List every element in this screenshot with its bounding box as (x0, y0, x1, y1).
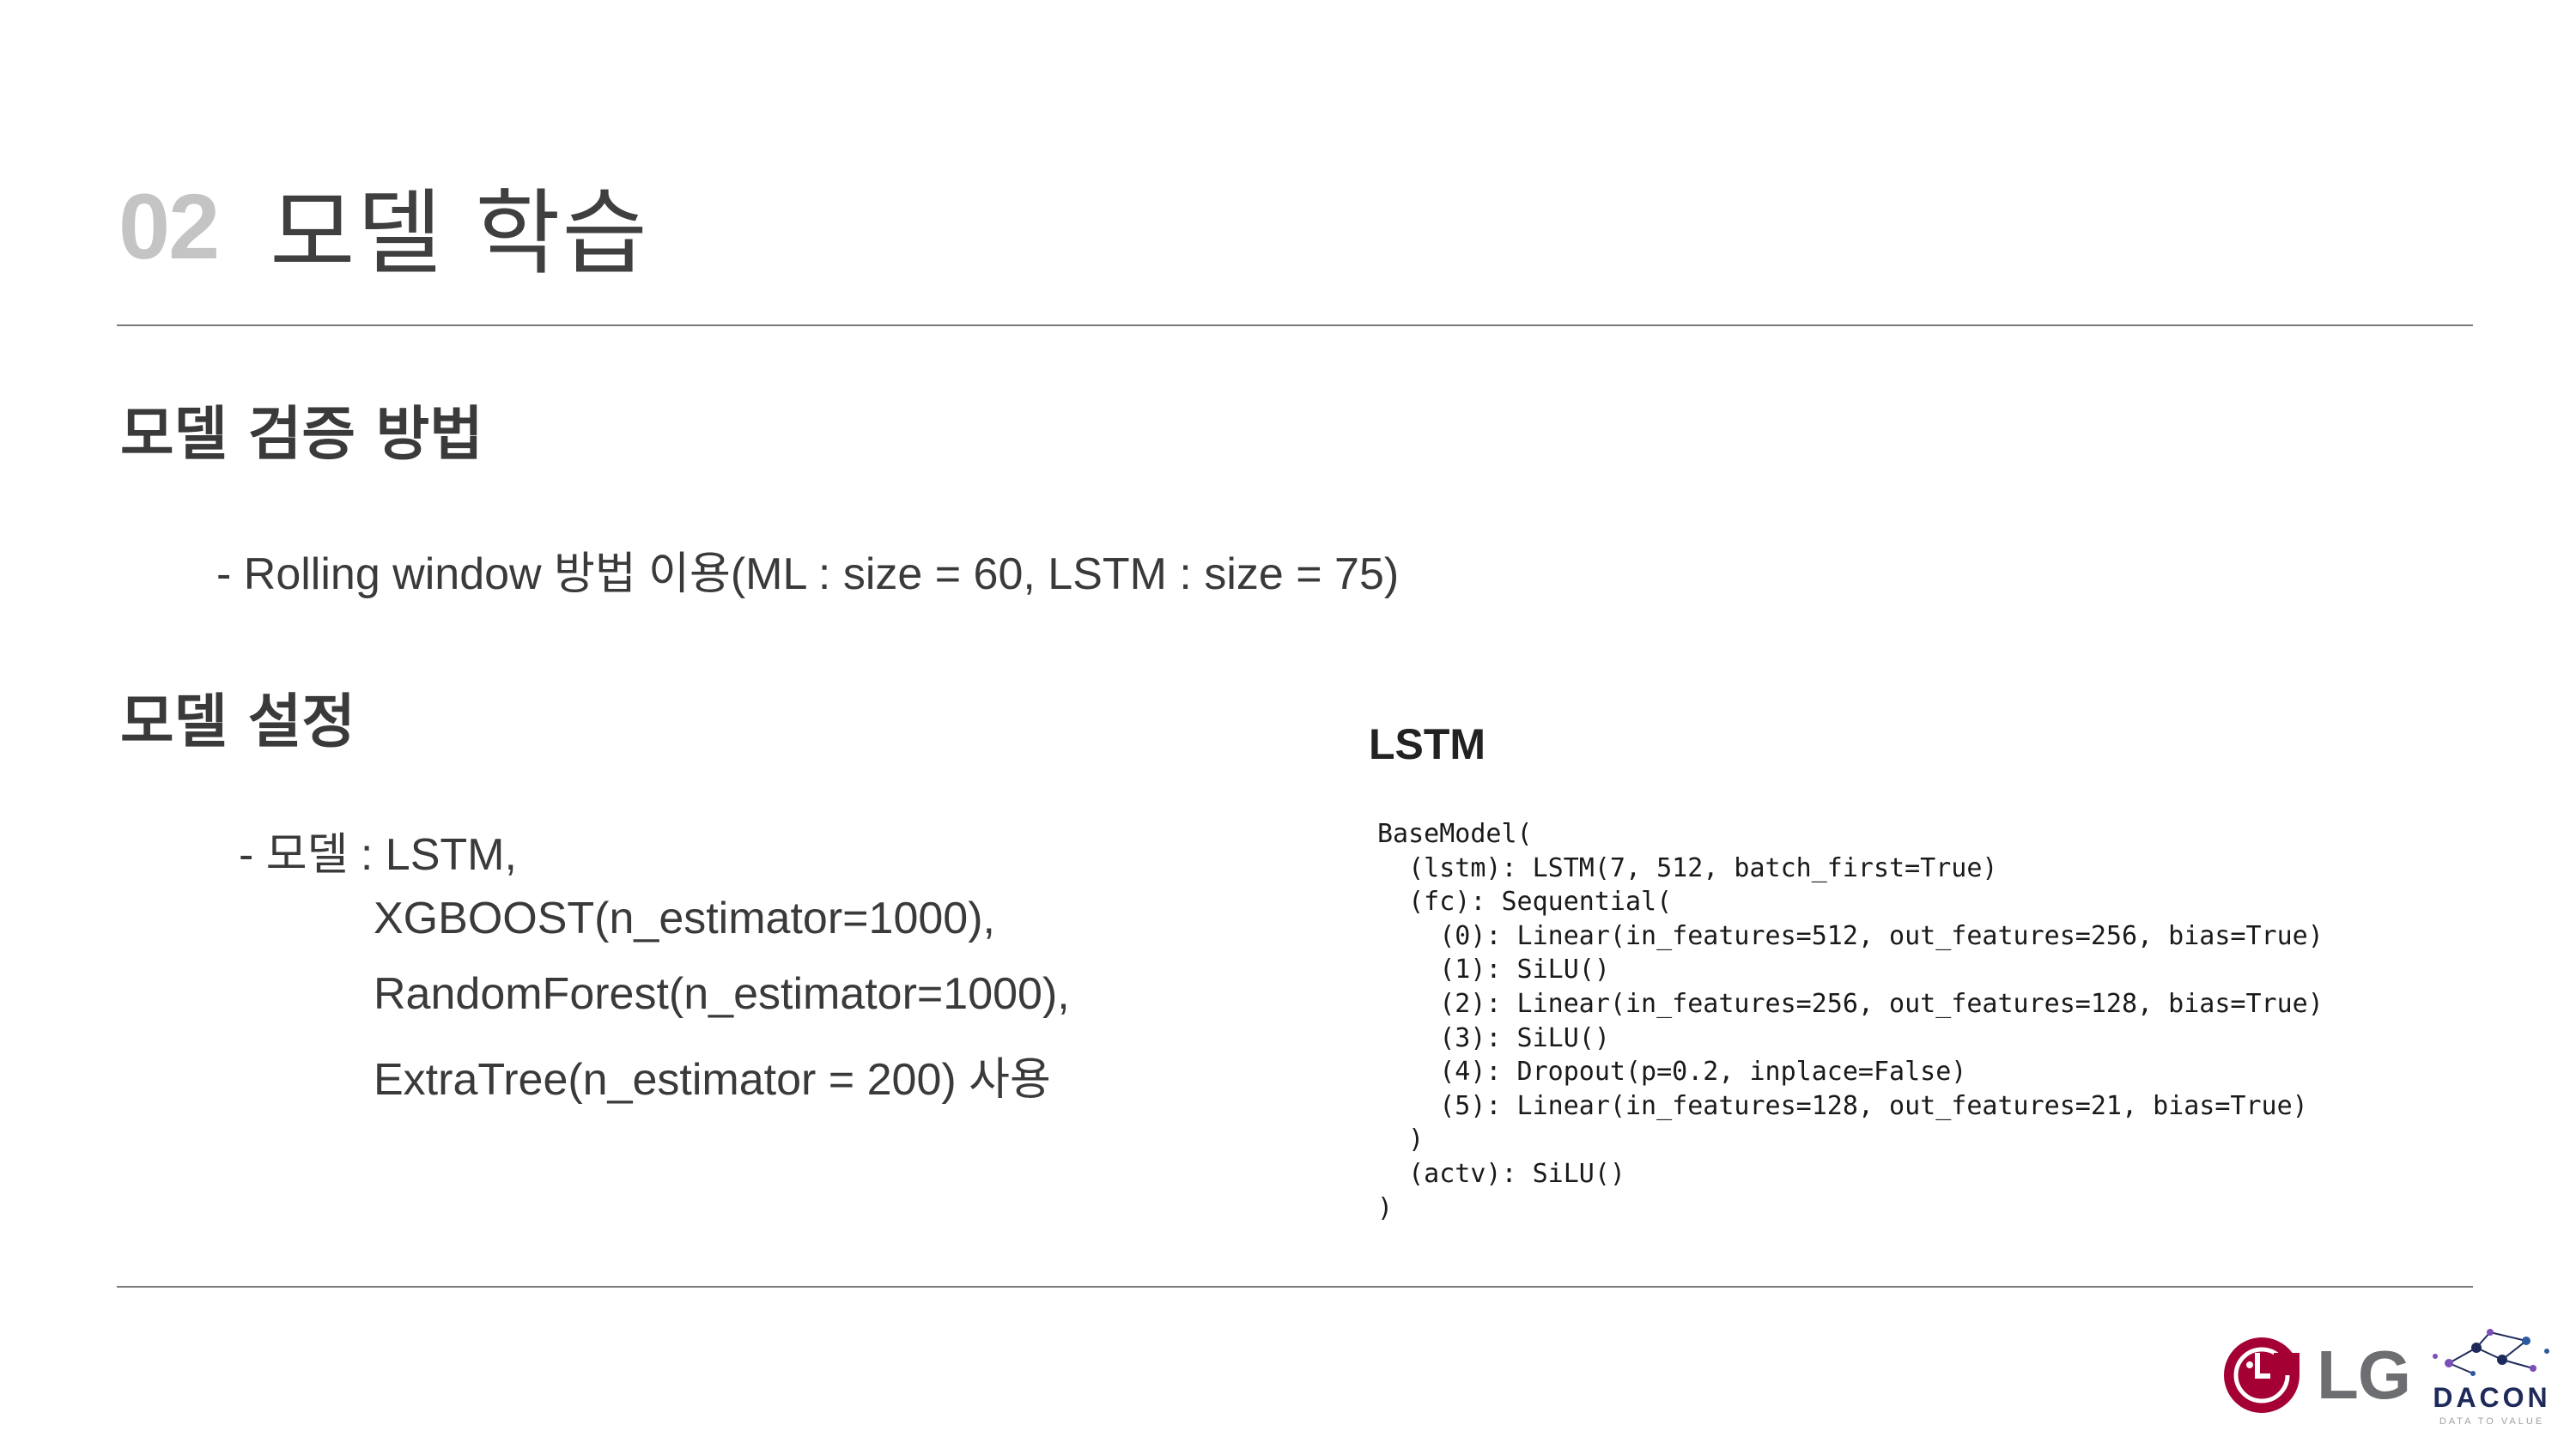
slide-number: 02 (118, 173, 220, 278)
code-line: (fc): Sequential( (1377, 887, 1673, 918)
code-line: (3): SiLU() (1377, 1022, 1610, 1053)
dacon-logo: DACON DATA TO VALUE (2423, 1322, 2561, 1434)
dacon-tagline: DATA TO VALUE (2439, 1416, 2545, 1427)
model-list-item: - 모델 : LSTM, (239, 830, 517, 880)
validation-heading: 모델 검증 방법 (120, 401, 483, 469)
code-line: ) (1377, 1192, 1394, 1223)
settings-heading: 모델 설정 (120, 688, 355, 756)
code-line: (2): Linear(in_features=256, out_feature… (1377, 988, 2324, 1019)
code-line: ) (1377, 1125, 1425, 1155)
model-list-item: XGBOOST(n_estimator=1000), (374, 894, 995, 943)
lstm-architecture-code: BaseModel( (lstm): LSTM(7, 512, batch_fi… (1377, 817, 2324, 1225)
lstm-label: LSTM (1369, 720, 1486, 768)
model-list-item: ExtraTree(n_estimator = 200) 사용 (374, 1055, 1051, 1105)
dacon-wordmark: DACON (2433, 1382, 2551, 1413)
slide-title: 모델 학습 (270, 180, 649, 288)
lg-face-icon (2224, 1337, 2300, 1413)
lg-logo: LG (2222, 1336, 2411, 1415)
lg-wordmark: LG (2317, 1337, 2411, 1413)
code-line: (5): Linear(in_features=128, out_feature… (1377, 1090, 2308, 1121)
dacon-network-icon (2433, 1329, 2549, 1376)
code-line: (lstm): LSTM(7, 512, batch_first=True) (1377, 852, 1998, 883)
footer-divider (117, 1286, 2473, 1288)
code-line: (0): Linear(in_features=512, out_feature… (1377, 920, 2324, 951)
code-line: (4): Dropout(p=0.2, inplace=False) (1377, 1057, 1967, 1088)
code-line: (1): SiLU() (1377, 955, 1610, 985)
model-list-item: RandomForest(n_estimator=1000), (374, 969, 1070, 1019)
slide-header: 02 모델 학습 (118, 159, 649, 293)
code-line: (actv): SiLU() (1377, 1158, 1625, 1189)
validation-description: - Rolling window 방법 이용(ML : size = 60, L… (216, 549, 1400, 599)
header-divider (117, 324, 2473, 326)
code-line: BaseModel( (1377, 819, 1533, 849)
